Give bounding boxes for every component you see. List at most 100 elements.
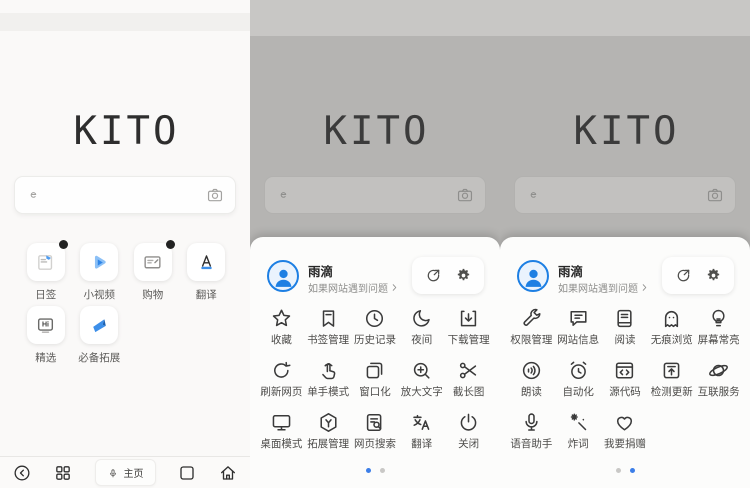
page-dot[interactable] [616, 468, 621, 473]
menu-sheet: 雨滴 如果网站遇到问题 收藏书签管理历史记录夜间下载管理刷新网页单手模式窗口化放… [250, 237, 500, 488]
menu-item-refresh[interactable]: 刷新网页 [258, 355, 305, 407]
item-label: 购物 [142, 287, 163, 302]
item-label: 互联服务 [698, 385, 740, 400]
share-icon[interactable] [675, 267, 692, 284]
grid-menu-icon[interactable] [53, 463, 73, 483]
share-icon[interactable] [425, 267, 442, 284]
item-label: 精选 [35, 350, 56, 365]
menu-item-clock[interactable]: 历史记录 [352, 303, 399, 355]
menu-item-doc-search[interactable]: 网页搜索 [352, 407, 399, 459]
item-label: 语音助手 [510, 437, 552, 452]
menu-item-microphone[interactable]: 语音助手 [508, 407, 555, 459]
shortcut-play-video[interactable]: 小视频 [73, 243, 127, 302]
shortcut-shop-card[interactable]: 购物 [126, 243, 180, 302]
search-bar-dimmed [264, 176, 486, 214]
item-label: 窗口化 [359, 385, 391, 400]
quick-actions-card [412, 257, 484, 294]
user-subtitle[interactable]: 如果网站遇到问题 [308, 280, 399, 295]
menu-item-wrench[interactable]: 权限管理 [508, 303, 555, 355]
menu-item-update-box[interactable]: 检测更新 [648, 355, 695, 407]
settings-gear-icon[interactable] [455, 267, 472, 284]
phone-menu-panel-2: KITO 雨滴 如果网站遇到问题 权限管理网站信息阅读无痕浏览屏幕常亮朗读自动化… [500, 0, 750, 488]
home-pill-label: 主页 [124, 465, 144, 480]
app-logo-dimmed: KITO [500, 112, 750, 152]
windowed-icon [363, 355, 386, 385]
avatar[interactable] [517, 260, 549, 292]
menu-item-download[interactable]: 下载管理 [445, 303, 492, 355]
page-dot[interactable] [380, 468, 385, 473]
home-icon[interactable] [218, 463, 238, 483]
item-label: 桌面模式 [260, 437, 302, 452]
menu-item-windowed[interactable]: 窗口化 [352, 355, 399, 407]
menu-item-read-aloud[interactable]: 朗读 [508, 355, 555, 407]
shortcut-note-pen[interactable]: 日签 [19, 243, 73, 302]
item-label: 拓展管理 [307, 437, 349, 452]
quick-actions-card [662, 257, 734, 294]
menu-item-moon[interactable]: 夜间 [398, 303, 445, 355]
user-name[interactable]: 雨滴 [308, 261, 333, 280]
phone-home-panel: KITO 日签小视频购物翻译 Hi精选必备拓展 主页 [0, 0, 250, 488]
bottom-nav: 主页 [0, 456, 250, 488]
item-label: 网站信息 [557, 333, 599, 348]
item-label: 权限管理 [510, 333, 552, 348]
desktop-icon [270, 407, 293, 437]
menu-grid-page-1: 收藏书签管理历史记录夜间下载管理刷新网页单手模式窗口化放大文字截长图桌面模式拓展… [258, 303, 492, 459]
shortcut-hi-box[interactable]: Hi 精选 [19, 306, 73, 365]
menu-item-book[interactable]: 阅读 [602, 303, 649, 355]
item-label: 阅读 [614, 333, 635, 348]
menu-item-planet[interactable]: 互联服务 [695, 355, 742, 407]
menu-item-bubble-info[interactable]: 网站信息 [555, 303, 602, 355]
user-subtitle[interactable]: 如果网站遇到问题 [558, 280, 649, 295]
menu-item-heart[interactable]: 我要捐赠 [602, 407, 649, 459]
home-address-pill[interactable]: 主页 [95, 459, 156, 486]
settings-gear-icon[interactable] [705, 267, 722, 284]
menu-grid-page-2: 权限管理网站信息阅读无痕浏览屏幕常亮朗读自动化源代码检测更新互联服务语音助手炸词… [508, 303, 742, 459]
svg-text:Hi: Hi [42, 321, 49, 328]
notification-dot-badge [166, 240, 175, 249]
app-logo-dimmed: KITO [250, 112, 500, 152]
menu-item-alarm-clock[interactable]: 自动化 [555, 355, 602, 407]
translate-icon [410, 407, 433, 437]
user-subtitle-text: 如果网站遇到问题 [308, 280, 388, 295]
item-label: 屏幕常亮 [698, 333, 740, 348]
menu-item-source-code[interactable]: 源代码 [602, 355, 649, 407]
menu-item-sparkle-wand[interactable]: 炸词 [555, 407, 602, 459]
camera-search-icon[interactable] [206, 186, 224, 204]
avatar[interactable] [267, 260, 299, 292]
menu-item-star[interactable]: 收藏 [258, 303, 305, 355]
ghost-icon [660, 303, 683, 333]
clock-icon [363, 303, 386, 333]
menu-item-power[interactable]: 关闭 [445, 407, 492, 459]
moon-icon [410, 303, 433, 333]
shortcut-translate-a[interactable]: 翻译 [180, 243, 234, 302]
update-box-icon [660, 355, 683, 385]
download-icon [457, 303, 480, 333]
search-bar[interactable] [14, 176, 236, 214]
tabs-icon[interactable] [177, 463, 197, 483]
star-icon [270, 303, 293, 333]
user-subtitle-text: 如果网站遇到问题 [558, 280, 638, 295]
page-dot-active[interactable] [366, 468, 371, 473]
mic-icon[interactable] [107, 467, 119, 479]
menu-item-hexagon-y[interactable]: 拓展管理 [305, 407, 352, 459]
menu-item-desktop[interactable]: 桌面模式 [258, 407, 305, 459]
shortcut-extension-arrow[interactable]: 必备拓展 [73, 306, 127, 365]
menu-item-bookmark[interactable]: 书签管理 [305, 303, 352, 355]
power-icon [457, 407, 480, 437]
status-band [250, 0, 500, 36]
menu-item-zoom-text[interactable]: 放大文字 [398, 355, 445, 407]
page-dot-active[interactable] [630, 468, 635, 473]
user-name[interactable]: 雨滴 [558, 261, 583, 280]
zoom-text-icon [410, 355, 433, 385]
back-icon[interactable] [12, 463, 32, 483]
menu-item-ghost[interactable]: 无痕浏览 [648, 303, 695, 355]
menu-item-scissors[interactable]: 截长图 [445, 355, 492, 407]
heart-icon [613, 407, 636, 437]
item-label: 刷新网页 [260, 385, 302, 400]
menu-item-translate[interactable]: 翻译 [398, 407, 445, 459]
search-engine-icon[interactable] [26, 188, 41, 203]
item-label: 夜间 [411, 333, 432, 348]
menu-item-one-hand[interactable]: 单手模式 [305, 355, 352, 407]
menu-item-bulb[interactable]: 屏幕常亮 [695, 303, 742, 355]
shortcut-row-2: Hi 精选 必备拓展 [19, 306, 126, 365]
